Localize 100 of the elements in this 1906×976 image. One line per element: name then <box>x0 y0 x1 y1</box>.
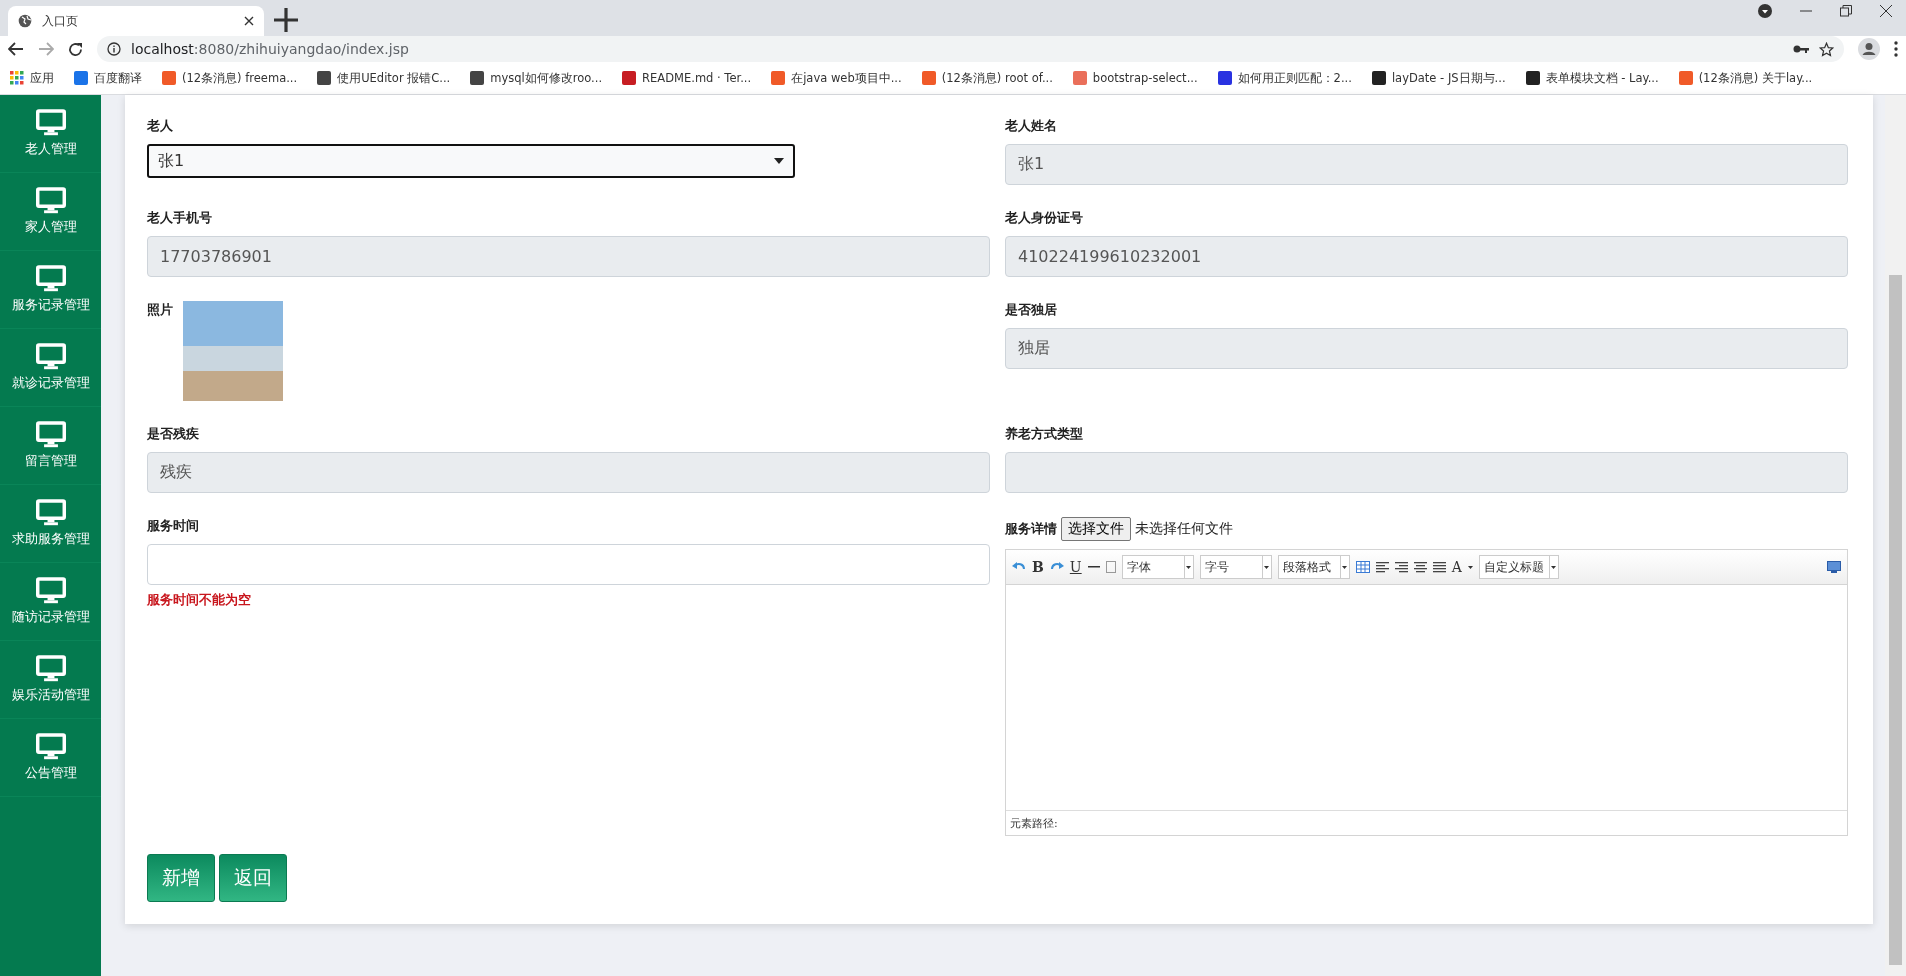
bold-button[interactable]: B <box>1032 559 1044 575</box>
sidebar-item[interactable]: 老人管理 <box>0 95 101 173</box>
monitor-icon <box>35 577 66 604</box>
monitor-icon <box>35 655 66 682</box>
bookmark-item[interactable]: (12条消息) 关于lay... <box>1678 70 1813 86</box>
restore-icon[interactable] <box>1840 5 1852 17</box>
bookmark-item[interactable]: 在java web项目中... <box>771 70 902 86</box>
align-icon[interactable] <box>1394 561 1408 573</box>
caret-icon <box>774 158 784 164</box>
readonly-field: 张1 <box>1005 144 1848 185</box>
horizontal-rule-icon[interactable] <box>1087 566 1100 568</box>
scrollbar-thumb[interactable] <box>1889 275 1902 965</box>
close-icon[interactable] <box>244 16 254 26</box>
close-icon[interactable] <box>1880 5 1892 17</box>
caret-icon <box>1264 565 1270 569</box>
field-label: 是否残疾 <box>147 425 200 443</box>
url-text: localhost:8080/zhihuiyangdao/index.jsp <box>131 41 409 57</box>
caret-icon <box>1342 565 1348 569</box>
element-path: 元素路径: <box>1006 810 1847 835</box>
tab-title: 入口页 <box>42 12 79 30</box>
bookmark-item[interactable]: bootstrap-select... <box>1072 71 1198 85</box>
monitor-icon <box>35 109 66 136</box>
sidebar-item[interactable]: 公告管理 <box>0 719 101 797</box>
readonly-field: 独居 <box>1005 328 1848 369</box>
menu-icon[interactable] <box>1894 41 1898 57</box>
align-icon[interactable] <box>1375 561 1389 573</box>
monitor-icon <box>35 343 66 370</box>
sidebar-item[interactable]: 就诊记录管理 <box>0 329 101 407</box>
sidebar-item[interactable]: 服务记录管理 <box>0 251 101 329</box>
monitor-icon <box>35 499 66 526</box>
sidebar-item[interactable]: 留言管理 <box>0 407 101 485</box>
toolbar-select[interactable]: 字号 <box>1199 555 1272 579</box>
globe-icon <box>18 14 32 28</box>
error-message: 服务时间不能为空 <box>147 591 252 609</box>
field-label: 养老方式类型 <box>1005 425 1084 443</box>
align-icon[interactable] <box>1413 561 1427 573</box>
bookmark-item[interactable]: README.md · Ter... <box>622 71 752 85</box>
align-icon[interactable] <box>1432 561 1446 573</box>
caret-icon <box>1186 565 1192 569</box>
info-icon[interactable] <box>107 42 121 56</box>
bookmark-item[interactable]: (12条消息) root of... <box>921 70 1053 86</box>
toolbar-select[interactable]: 段落格式 <box>1277 555 1350 579</box>
field-label: 服务时间 <box>147 517 200 535</box>
input-field[interactable] <box>147 544 990 585</box>
select-field[interactable]: 张1 <box>147 144 795 178</box>
favicon-icon <box>1072 71 1087 85</box>
bookmark-item[interactable]: mysql如何修改roo... <box>470 70 603 86</box>
favicon-icon <box>1678 71 1693 85</box>
favicon-icon <box>921 71 936 85</box>
bookmark-item[interactable]: 如何用正则匹配：2... <box>1217 70 1352 86</box>
monitor-icon <box>35 733 66 760</box>
key-icon[interactable] <box>1793 44 1809 54</box>
readonly-field: 410224199610232001 <box>1005 236 1848 277</box>
sidebar-item[interactable]: 家人管理 <box>0 173 101 251</box>
browser-tab[interactable]: 入口页 <box>8 6 264 36</box>
readonly-field: 残疾 <box>147 452 990 493</box>
sidebar-item[interactable]: 娱乐活动管理 <box>0 641 101 719</box>
monitor-icon <box>35 421 66 448</box>
bookmark-item[interactable]: 表单模块文档 - Lay... <box>1525 70 1659 86</box>
field-label: 服务详情 <box>1005 520 1057 538</box>
fullscreen-icon[interactable] <box>1827 561 1841 573</box>
table-icon[interactable] <box>1355 561 1370 573</box>
favicon-icon <box>162 71 176 85</box>
favicon-icon <box>1217 71 1232 85</box>
star-icon[interactable] <box>1819 41 1834 57</box>
heading-select[interactable]: 自定义标题 <box>1478 555 1559 579</box>
caret-icon <box>1467 565 1473 569</box>
readonly-field: 17703786901 <box>147 236 990 277</box>
monitor-icon <box>35 265 66 292</box>
sidebar-item[interactable]: 随访记录管理 <box>0 563 101 641</box>
font-color-button[interactable]: A <box>1451 559 1462 575</box>
file-button[interactable]: 选择文件 <box>1061 517 1131 541</box>
profile-icon[interactable] <box>1858 38 1880 60</box>
sidebar-item[interactable]: 求助服务管理 <box>0 485 101 563</box>
toolbar-select[interactable]: 字体 <box>1121 555 1194 579</box>
field-label: 老人 <box>147 117 174 135</box>
favicon-icon <box>622 71 637 85</box>
apps-grid-icon <box>10 71 24 85</box>
bookmark-item[interactable]: 应用 <box>10 70 54 86</box>
bookmark-item[interactable]: 百度翻译 <box>74 70 142 86</box>
field-label: 老人姓名 <box>1005 117 1058 135</box>
favicon-icon <box>317 71 332 85</box>
address-bar[interactable]: localhost:8080/zhihuiyangdao/index.jsp <box>97 36 1844 62</box>
file-status: 未选择任何文件 <box>1135 520 1233 538</box>
favicon-icon <box>74 71 88 85</box>
underline-button[interactable]: U <box>1069 559 1082 575</box>
bookmark-item[interactable]: layDate - JS日期与... <box>1371 70 1506 86</box>
field-label: 照片 <box>147 301 173 319</box>
bookmark-item[interactable]: (12条消息) freema... <box>162 70 298 86</box>
bookmark-item[interactable]: 使用UEditor 报错C... <box>317 70 451 86</box>
new-tab-icon[interactable] <box>272 6 300 34</box>
favicon-icon <box>470 71 485 85</box>
back-icon[interactable] <box>8 42 24 56</box>
field-label: 是否独居 <box>1005 301 1058 319</box>
caret-icon <box>1551 565 1557 569</box>
favicon-icon <box>1371 71 1386 85</box>
favicon-icon <box>771 71 786 85</box>
dropdown-icon[interactable] <box>1758 4 1772 18</box>
favicon-icon <box>1525 71 1540 85</box>
reload-icon[interactable] <box>68 41 83 57</box>
